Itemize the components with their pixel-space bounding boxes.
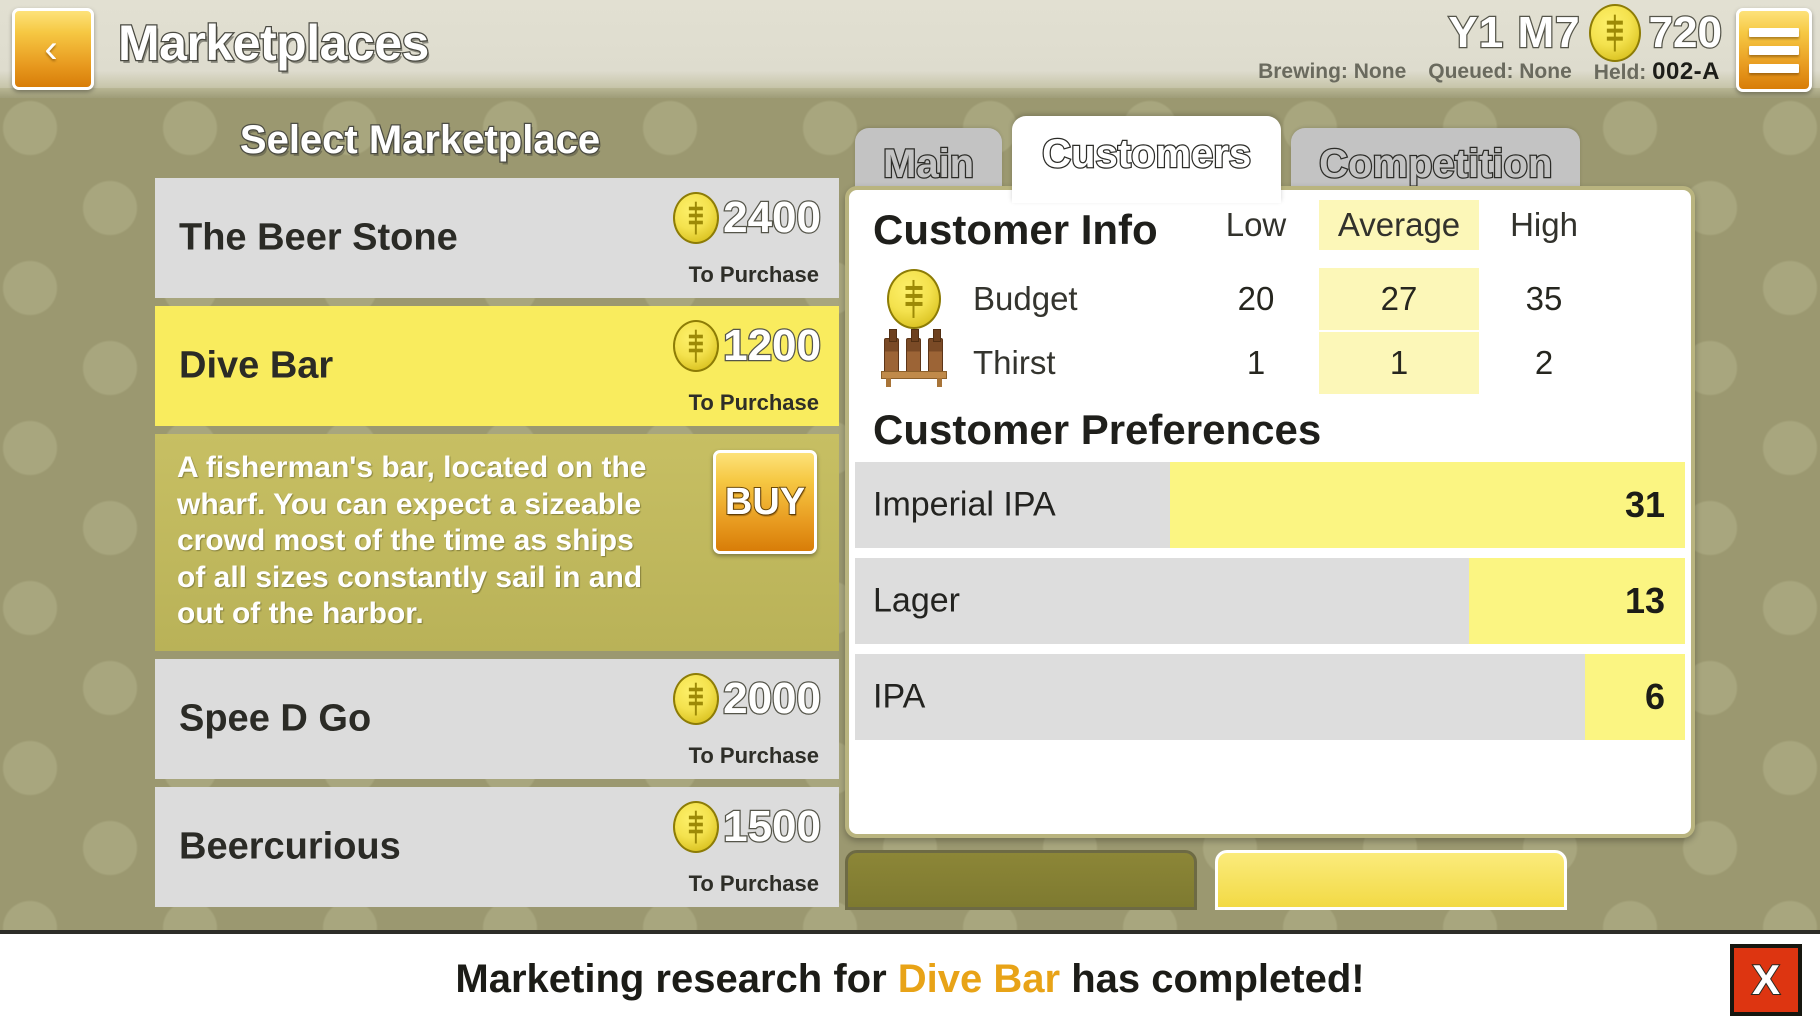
marketplace-name: Beercurious bbox=[179, 825, 401, 868]
marketplace-price: 1500 bbox=[673, 800, 822, 853]
marketplace-select-panel: Select Marketplace The Beer Stone 2400 T… bbox=[0, 98, 840, 1025]
list-item[interactable]: Beercurious 1500 To Purchase bbox=[155, 786, 839, 907]
price-value: 2000 bbox=[722, 673, 822, 725]
held-value: 002-A bbox=[1652, 58, 1720, 85]
to-purchase-label: To Purchase bbox=[688, 262, 819, 287]
budget-average: 27 bbox=[1319, 268, 1479, 330]
coin-icon bbox=[673, 320, 720, 372]
row-label: Thirst bbox=[973, 344, 1056, 381]
list-item[interactable]: Dive Bar 1200 To Purchase bbox=[155, 306, 839, 426]
preference-value: 13 bbox=[1624, 580, 1665, 621]
queued-status: Queued: None bbox=[1428, 60, 1572, 83]
preference-name: IPA bbox=[873, 677, 926, 716]
select-marketplace-title: Select Marketplace bbox=[239, 117, 602, 164]
action-button-right[interactable] bbox=[1215, 850, 1567, 910]
notification-highlight: Dive Bar bbox=[897, 957, 1061, 1001]
budget-high: 35 bbox=[1525, 280, 1563, 317]
notification-suffix: has completed! bbox=[1060, 957, 1365, 1001]
budget-low: 20 bbox=[1237, 280, 1275, 317]
to-purchase-label: To Purchase bbox=[688, 390, 819, 415]
preference-name: Lager bbox=[873, 581, 960, 620]
row-label: Budget bbox=[973, 280, 1078, 317]
customer-info-title: Customer Info bbox=[873, 206, 1158, 253]
action-button-left[interactable] bbox=[845, 850, 1197, 910]
column-header-average: Average bbox=[1319, 200, 1479, 250]
thirst-icon-cell bbox=[877, 329, 951, 392]
notification-message: Marketing research for Dive Bar has comp… bbox=[455, 957, 1364, 1002]
marketplace-price: 2400 bbox=[673, 192, 822, 244]
hamburger-menu-icon[interactable] bbox=[1736, 8, 1812, 92]
list-item[interactable]: Spee D Go 2000 To Purchase bbox=[155, 658, 839, 779]
marketplace-name: Dive Bar bbox=[179, 344, 334, 387]
to-purchase-label: To Purchase bbox=[688, 870, 819, 896]
back-button[interactable]: ‹ bbox=[12, 8, 94, 90]
buy-button[interactable]: BUY bbox=[713, 450, 817, 554]
marketplace-description: A fisherman's bar, located on the wharf.… bbox=[177, 451, 647, 631]
budget-icon-cell bbox=[877, 269, 951, 329]
marketplace-name: The Beer Stone bbox=[179, 216, 458, 259]
customer-preferences-title: Customer Preferences bbox=[873, 406, 1322, 453]
column-header-high: High bbox=[1510, 206, 1578, 243]
column-header-low: Low bbox=[1225, 206, 1287, 243]
coin-icon bbox=[673, 672, 720, 725]
game-date: Y1 M7 bbox=[1447, 7, 1581, 59]
preference-bar bbox=[1585, 654, 1685, 740]
page-title: Marketplaces bbox=[117, 14, 431, 73]
list-item: IPA 6 bbox=[855, 654, 1685, 740]
list-item: Imperial IPA 31 bbox=[855, 462, 1685, 548]
preference-value: 31 bbox=[1624, 484, 1665, 525]
close-icon[interactable]: X bbox=[1730, 944, 1802, 1016]
list-item: Lager 13 bbox=[855, 558, 1685, 644]
marketplace-price: 1200 bbox=[673, 320, 822, 372]
marketplace-detail-panel: Main Customers Competition Customer Info… bbox=[845, 98, 1810, 1025]
to-purchase-label: To Purchase bbox=[688, 742, 819, 768]
preference-name: Imperial IPA bbox=[873, 485, 1056, 524]
buy-button-label: BUY bbox=[724, 480, 806, 524]
marketplace-name: Spee D Go bbox=[179, 697, 372, 740]
tab-customers[interactable]: Customers bbox=[1012, 116, 1282, 203]
thirst-low: 1 bbox=[1246, 344, 1266, 381]
marketplace-list[interactable]: The Beer Stone 2400 To Purchase Dive Bar… bbox=[155, 178, 839, 1025]
brewing-status: Brewing: None bbox=[1258, 60, 1407, 83]
header-bottom-shade bbox=[0, 88, 1820, 98]
notification-bar: Marketing research for Dive Bar has comp… bbox=[0, 930, 1820, 1025]
table-row: Budget 20 27 35 bbox=[849, 268, 1691, 332]
bottom-action-buttons bbox=[845, 850, 1695, 910]
coin-icon bbox=[1588, 4, 1641, 62]
marketplace-description-panel: A fisherman's bar, located on the wharf.… bbox=[155, 434, 839, 651]
marketplace-price: 2000 bbox=[673, 672, 822, 725]
beer-bottles-icon bbox=[881, 329, 947, 387]
price-value: 1500 bbox=[722, 801, 822, 853]
price-value: 1200 bbox=[722, 320, 822, 372]
list-item[interactable]: The Beer Stone 2400 To Purchase bbox=[155, 178, 839, 298]
customer-preferences-chart: Imperial IPA 31 Lager 13 IPA 6 bbox=[849, 462, 1691, 740]
coin-icon bbox=[887, 269, 941, 329]
price-value: 2400 bbox=[722, 192, 822, 244]
chevron-left-icon: ‹ bbox=[44, 27, 58, 71]
thirst-high: 2 bbox=[1534, 344, 1554, 381]
customers-tab-content: Customer Info Low Average High Budget 20… bbox=[845, 186, 1695, 838]
held-status: Held: 002-A bbox=[1594, 58, 1720, 86]
coin-icon bbox=[673, 192, 720, 244]
coin-icon bbox=[673, 800, 720, 853]
held-label: Held: bbox=[1593, 61, 1647, 84]
preference-bar bbox=[1170, 462, 1685, 548]
table-row: Thirst 1 1 2 bbox=[849, 329, 1691, 396]
header-stats: Y1 M7 720 bbox=[1447, 4, 1723, 62]
thirst-average: 1 bbox=[1319, 332, 1479, 394]
preference-value: 6 bbox=[1644, 676, 1665, 717]
notification-prefix: Marketing research for bbox=[455, 957, 898, 1001]
header-substats: Brewing: None Queued: None Held: 002-A bbox=[1258, 58, 1720, 86]
currency-amount: 720 bbox=[1647, 7, 1723, 59]
top-header-bar: ‹ Marketplaces Y1 M7 720 Brewing: None Q… bbox=[0, 0, 1820, 98]
close-label: X bbox=[1751, 955, 1781, 1004]
